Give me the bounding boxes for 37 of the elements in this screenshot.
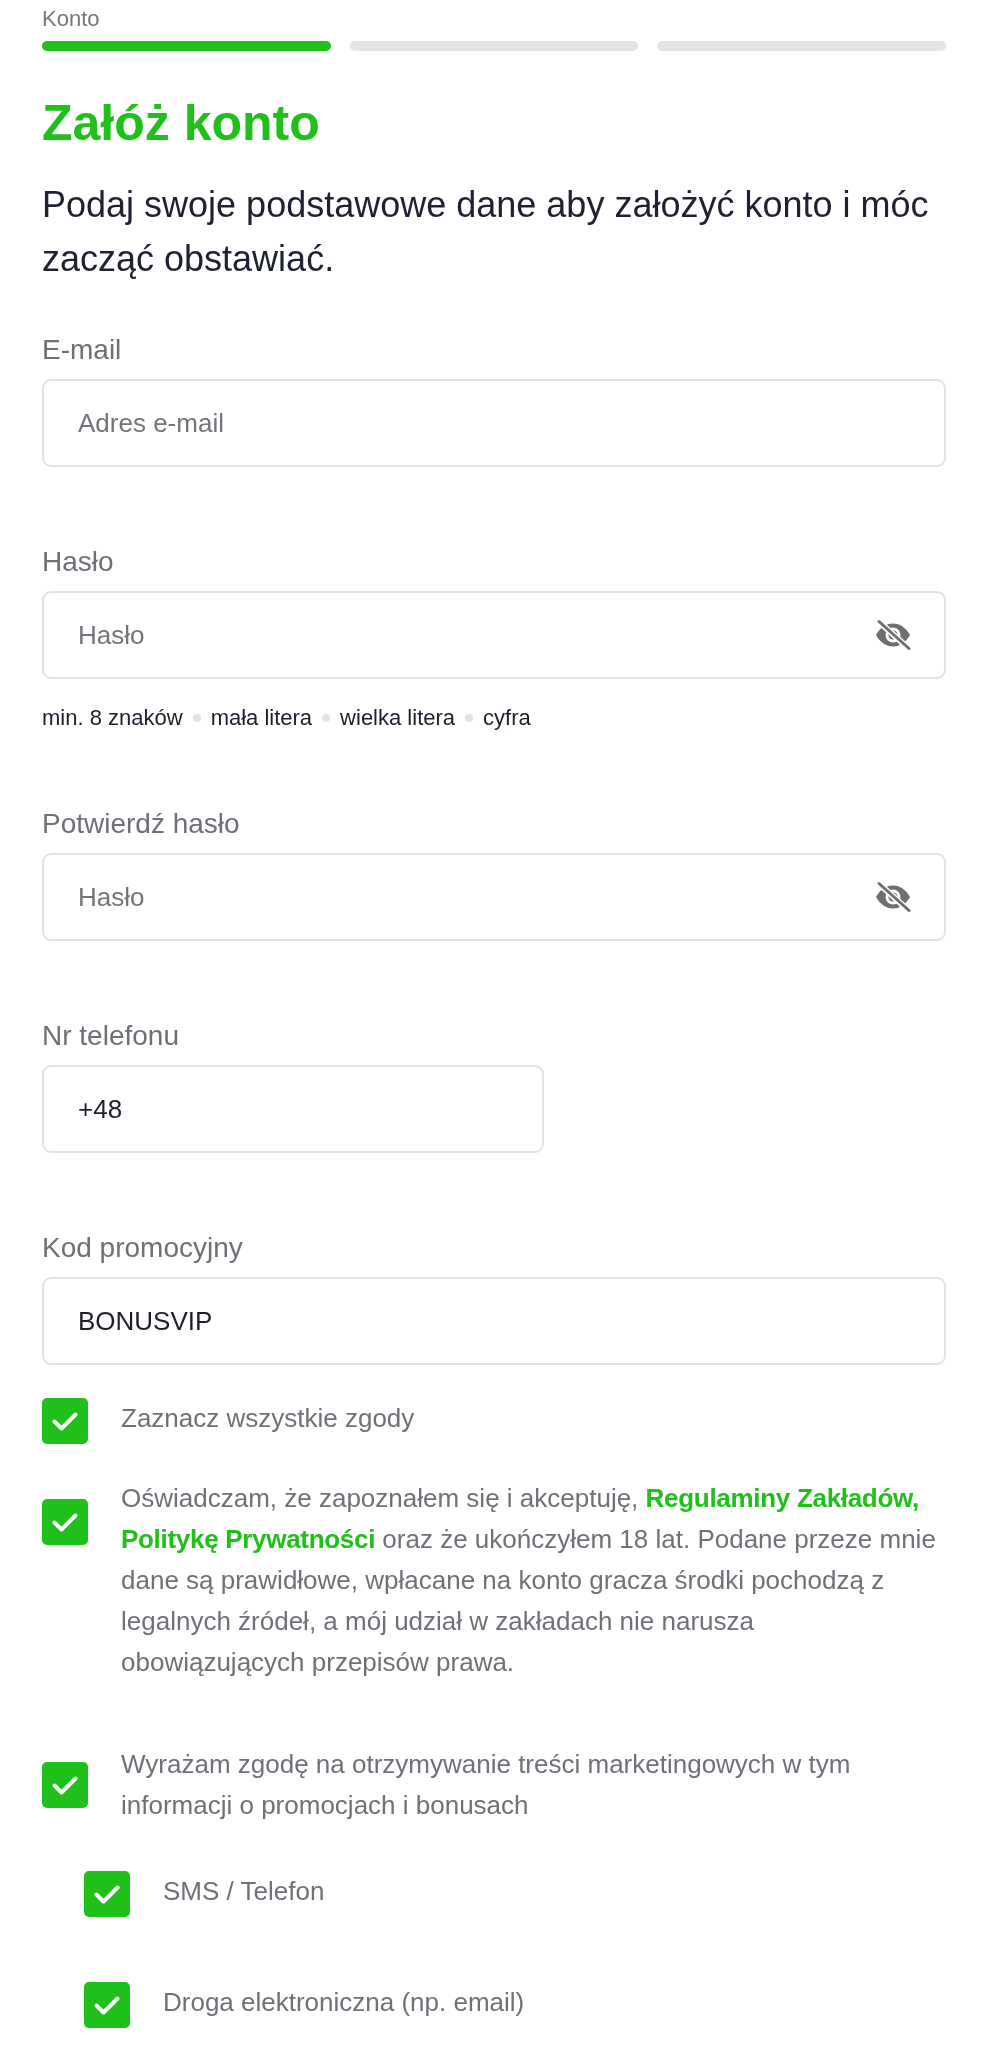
checkbox-label: Droga elektroniczna (np. email) — [163, 1986, 525, 2019]
consent-text: Oświadczam, że zapoznałem się i akceptuję, Regulaminy Zakładów, Politykę Prywatności oraz że ukończyłem 18 lat. Podane przeze mnie dane są prawidłowe, wpłacane na konto gracza środki pochodzą z legalnych źródeł, a mój udział w zakładach nie narusza obowiązujących przepisów prawa. — [121, 1482, 937, 1679]
check-icon — [94, 1995, 120, 2015]
field-label: Nr telefonu — [42, 1019, 179, 1053]
phone-field[interactable]: +48 — [42, 1065, 544, 1153]
dot-icon — [192, 714, 201, 722]
promo-code-field[interactable]: BONUSVIP — [42, 1277, 946, 1365]
page-title: Załóż konto — [42, 95, 320, 151]
dot-icon — [465, 714, 474, 722]
checkbox[interactable] — [84, 1982, 130, 2028]
checkbox-label: Zaznacz wszystkie zgody — [121, 1402, 415, 1435]
dot-icon — [322, 714, 331, 722]
password-field[interactable]: Hasło — [42, 591, 946, 679]
check-icon — [52, 1411, 78, 1431]
field-label: Potwierdź hasło — [42, 807, 240, 841]
checkbox[interactable] — [42, 1762, 88, 1808]
eye-slash-icon[interactable] — [874, 619, 912, 651]
password-hint: mała litera — [210, 707, 313, 729]
step-label: Konto — [42, 6, 100, 32]
checkbox[interactable] — [84, 1871, 130, 1917]
field-label: E-mail — [42, 333, 122, 367]
checkbox[interactable] — [42, 1499, 88, 1545]
check-icon — [52, 1775, 78, 1795]
password-field[interactable]: Hasło — [42, 853, 946, 941]
checkbox-label: SMS / Telefon — [163, 1875, 325, 1908]
check-icon — [52, 1512, 78, 1532]
password-hint: cyfra — [483, 707, 531, 729]
checkbox[interactable] — [42, 1398, 88, 1444]
field-label: Hasło — [42, 545, 114, 579]
email-field[interactable]: Adres e-mail — [42, 379, 946, 467]
password-hint: wielka litera — [340, 707, 456, 729]
check-icon — [94, 1884, 120, 1904]
consent-text: Wyrażam zgodę na otrzymywanie treści marketingowych w tym informacji o promocjach i bonusach — [121, 1748, 852, 1822]
field-label: Kod promocyjny — [42, 1231, 243, 1265]
intro-text: Podaj swoje podstawowe dane aby założyć konto i móc zacząć obstawiać. — [42, 183, 930, 281]
eye-slash-icon[interactable] — [874, 881, 912, 913]
password-hint: min. 8 znaków — [42, 707, 183, 729]
